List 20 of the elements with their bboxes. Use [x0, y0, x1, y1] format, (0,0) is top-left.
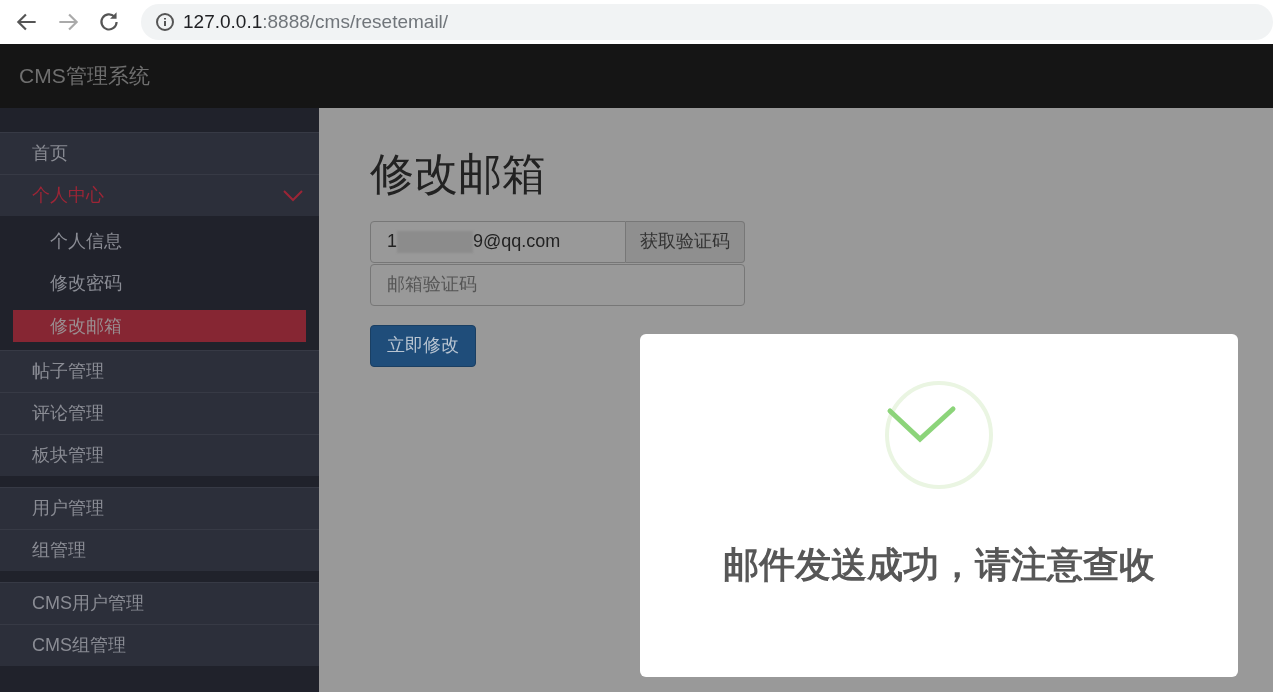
url-field[interactable]: 127.0.0.1:8888/cms/resetemail/ [183, 7, 449, 37]
sidebar-item[interactable]: CMS组管理 [0, 624, 319, 666]
alert-message: 邮件发送成功，请注意查收 [723, 543, 1155, 587]
submit-button[interactable]: 立即修改 [370, 324, 476, 367]
sidebar-item[interactable]: 评论管理 [0, 392, 319, 434]
submenu-item[interactable]: 个人信息 [0, 220, 319, 262]
brand-title[interactable]: CMS管理系统 [19, 60, 150, 92]
sidebar-item[interactable]: 首页 [0, 132, 319, 174]
email-field[interactable]: 1 9@qq.com [370, 220, 626, 263]
submenu-item[interactable]: 修改密码 [0, 262, 319, 304]
sidebar-item[interactable]: 组管理 [0, 529, 319, 571]
page-title: 修改邮箱 [370, 148, 547, 200]
submenu-item[interactable]: 修改邮箱 [13, 310, 306, 342]
code-input-field[interactable]: 邮箱验证码 [370, 263, 745, 306]
info-icon[interactable] [155, 12, 175, 32]
get-code-button[interactable]: 获取验证码 [626, 220, 745, 263]
sidebar-item[interactable]: 用户管理 [0, 487, 319, 529]
sidebar-item[interactable]: 帖子管理 [0, 350, 319, 392]
sidebar-item[interactable]: CMS用户管理 [0, 582, 319, 624]
sidebar-item[interactable]: 板块管理 [0, 434, 319, 476]
